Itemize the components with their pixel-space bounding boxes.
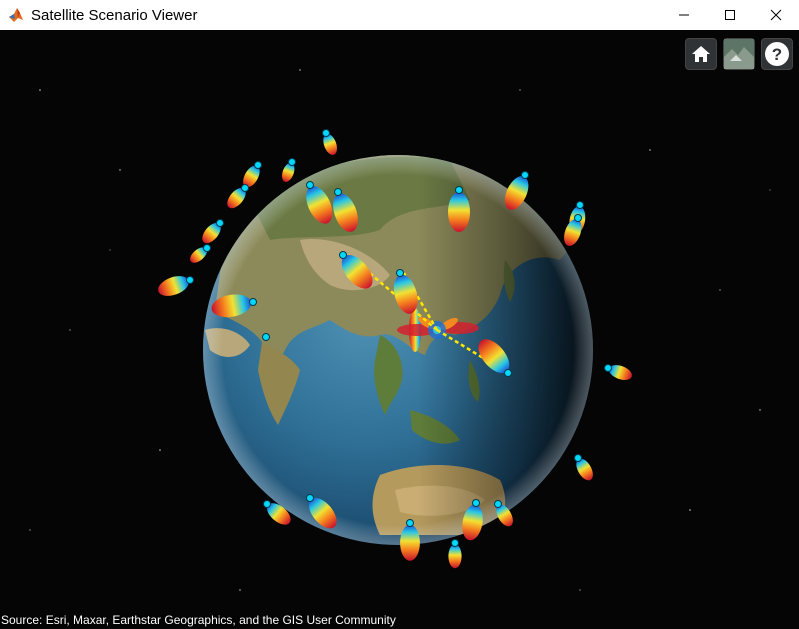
imagery-credit: Source: Esri, Maxar, Earthstar Geographi…: [1, 613, 396, 627]
satellite-antenna-lobe: [400, 524, 420, 561]
satellite-marker[interactable]: [494, 500, 502, 508]
satellite-marker[interactable]: [455, 186, 463, 194]
satellite-antenna-lobe: [448, 192, 470, 232]
satellite-marker[interactable]: [334, 188, 342, 196]
satellite-marker[interactable]: [604, 364, 612, 372]
satellite-marker[interactable]: [306, 181, 314, 189]
title-bar: Satellite Scenario Viewer: [0, 0, 799, 30]
satellite-marker[interactable]: [504, 369, 512, 377]
satellite-marker[interactable]: [241, 184, 249, 192]
satellite-marker[interactable]: [306, 494, 314, 502]
satellite-marker[interactable]: [249, 298, 257, 306]
window-title: Satellite Scenario Viewer: [31, 6, 198, 24]
satellite-antenna-lobe: [448, 544, 462, 569]
satellite-marker[interactable]: [254, 161, 262, 169]
viewer-toolbar: ?: [685, 38, 793, 70]
home-icon: [692, 46, 710, 62]
matlab-icon: [9, 8, 23, 22]
help-icon: ?: [765, 42, 789, 66]
satellite-marker[interactable]: [339, 251, 347, 259]
satellite-marker[interactable]: [203, 244, 211, 252]
satellite-marker[interactable]: [521, 171, 529, 179]
home-button[interactable]: [685, 38, 717, 70]
satellite-marker[interactable]: [576, 201, 584, 209]
help-button[interactable]: ?: [761, 38, 793, 70]
globe-viewport[interactable]: ? Source: Esri, Maxar, Earthstar Geograp…: [0, 30, 799, 629]
satellite-marker[interactable]: [406, 519, 414, 527]
satellite-marker[interactable]: [396, 269, 404, 277]
satellite-marker[interactable]: [262, 333, 270, 341]
satellite-marker[interactable]: [322, 129, 330, 137]
globe-scene[interactable]: [0, 30, 799, 629]
satellite-marker[interactable]: [186, 276, 194, 284]
satellite-marker[interactable]: [451, 539, 459, 547]
satellite-marker[interactable]: [574, 214, 582, 222]
satellite-marker[interactable]: [288, 158, 296, 166]
satellite-marker[interactable]: [263, 500, 271, 508]
minimize-icon: [679, 14, 689, 16]
satellite-antenna-lobe: [158, 276, 189, 296]
base-layer-picker-icon: [724, 39, 754, 69]
maximize-icon: [725, 10, 735, 20]
svg-text:?: ?: [772, 45, 782, 64]
minimize-button[interactable]: [661, 0, 707, 30]
satellite-marker[interactable]: [574, 454, 582, 462]
close-icon: [770, 9, 782, 21]
satellite-marker[interactable]: [472, 499, 480, 507]
maximize-button[interactable]: [707, 0, 753, 30]
base-layer-picker-button[interactable]: [723, 38, 755, 70]
close-button[interactable]: [753, 0, 799, 30]
earth-globe[interactable]: [203, 136, 593, 545]
satellite-marker[interactable]: [216, 219, 224, 227]
